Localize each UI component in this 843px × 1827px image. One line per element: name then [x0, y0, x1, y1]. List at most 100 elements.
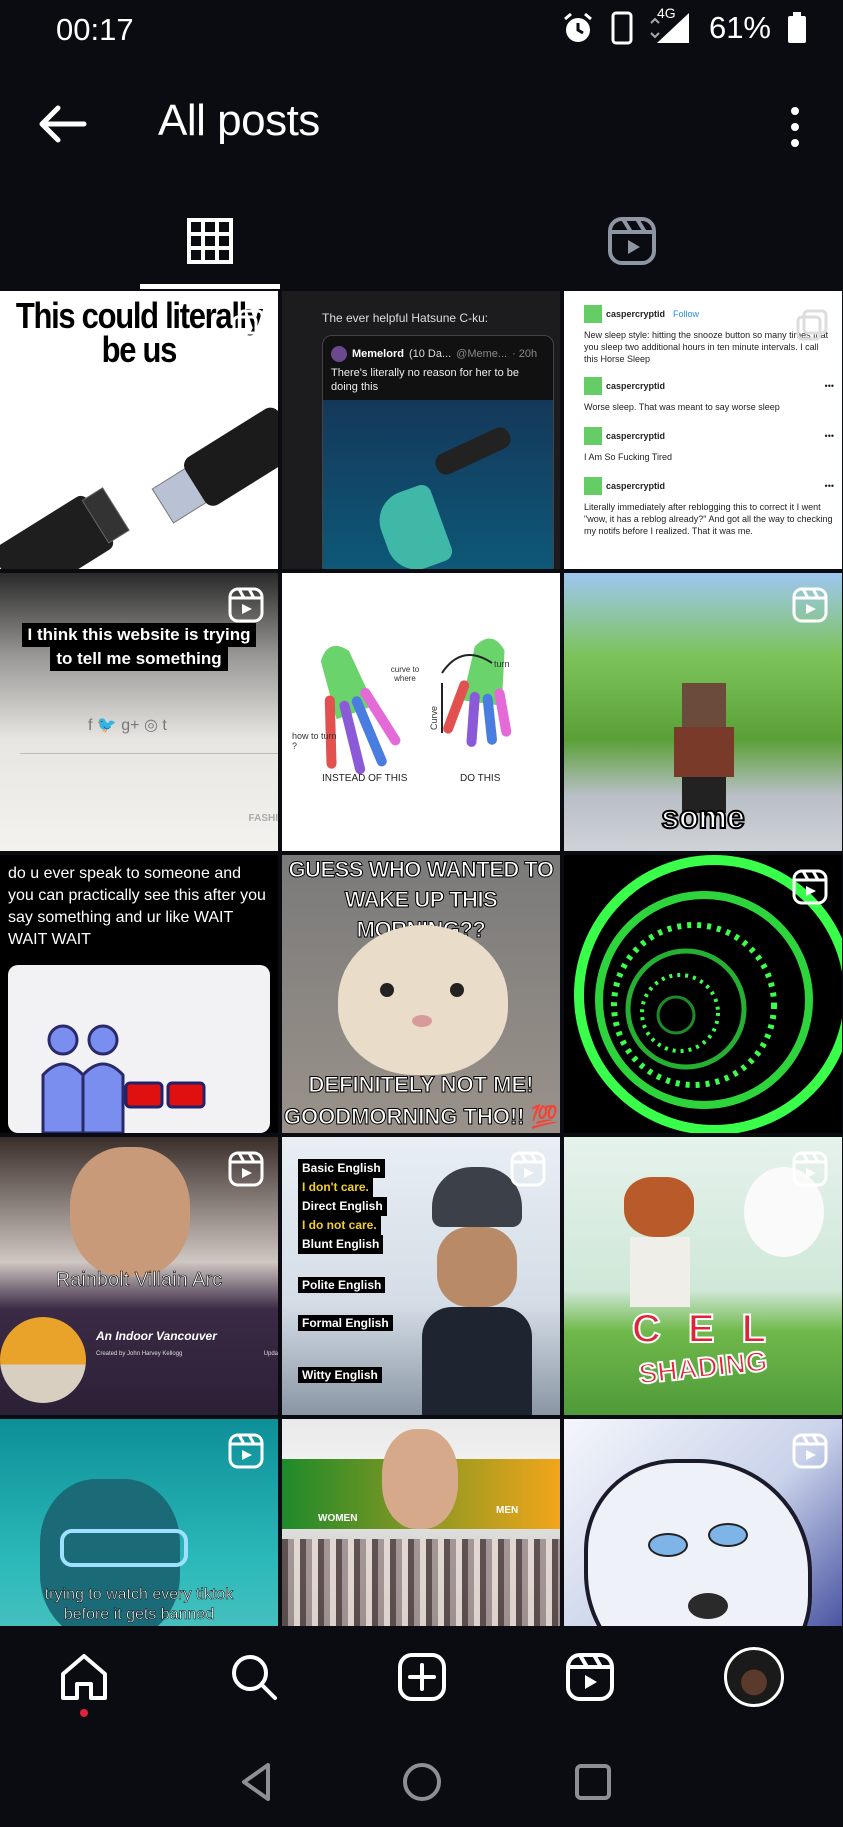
- watermark-text: FASHI: [248, 813, 278, 824]
- page-title: All posts: [158, 96, 320, 145]
- reels-icon: [792, 1433, 828, 1469]
- post-english-levels-reel[interactable]: Basic English I don't care. Direct Engli…: [282, 1137, 560, 1415]
- tweet-time: · 20h: [512, 348, 538, 360]
- nav-profile[interactable]: [724, 1647, 784, 1707]
- post-wait-wait-meme[interactable]: do u ever speak to someone and you can p…: [0, 855, 278, 1133]
- reels-icon: [566, 1653, 614, 1701]
- carousel-icon: [796, 309, 828, 341]
- game-update: Upda: [263, 1351, 278, 1357]
- reels-icon: [228, 587, 264, 623]
- reels-icon: [510, 1151, 546, 1187]
- caption-line-1: I think this website is trying: [21, 623, 257, 647]
- alarm-icon: [563, 12, 592, 42]
- search-icon: [232, 1655, 277, 1700]
- reel-caption: some: [660, 798, 746, 836]
- sign-men: MEN: [496, 1505, 519, 1516]
- system-back-icon[interactable]: [232, 1757, 282, 1807]
- post-intro-text: The ever helpful Hatsune C-ku:: [322, 311, 489, 325]
- hand-drawing-illustration: [320, 638, 512, 775]
- person: [422, 1167, 532, 1415]
- reels-icon: [792, 869, 828, 905]
- post-hatsune-tweet[interactable]: The ever helpful Hatsune C-ku: Memelord …: [282, 291, 560, 569]
- tweet-handle: @Meme...: [456, 348, 508, 360]
- post-cat-meme[interactable]: GUESS WHO WANTED TO WAKE UP THIS MORNING…: [282, 855, 560, 1133]
- post-minecraft-reel[interactable]: some: [564, 573, 842, 851]
- english-line-3: Direct English: [298, 1197, 387, 1216]
- meme-text: do u ever speak to someone and you can p…: [8, 865, 266, 948]
- english-line-4: I do not care.: [298, 1216, 381, 1235]
- label-do-this: DO THIS: [460, 773, 501, 784]
- tab-indicator: [140, 284, 280, 289]
- face-overlay: [382, 1429, 458, 1529]
- avatar: [331, 346, 347, 362]
- back-arrow-icon[interactable]: [32, 100, 92, 148]
- post-website-reel[interactable]: I think this website is trying to tell m…: [0, 573, 278, 851]
- post-rainbolt-reel[interactable]: Rainbolt Villain Arc An Indoor Vancouver…: [0, 1137, 278, 1415]
- system-recents-icon[interactable]: [568, 1757, 618, 1807]
- nav-reels[interactable]: [560, 1647, 620, 1707]
- sign-women: WOMEN: [318, 1513, 358, 1524]
- cat-face: [338, 925, 508, 1075]
- post-usb-meme[interactable]: This could literally be us: [0, 291, 278, 569]
- carousel-icon: [232, 309, 264, 341]
- tweet-image: [323, 400, 553, 569]
- status-time: 00:17: [56, 12, 134, 47]
- post-tiktok-reel[interactable]: trying to watch every tiktok before it g…: [0, 1419, 278, 1626]
- tumblr-text-2: Worse sleep. That was meant to say worse…: [584, 402, 780, 412]
- social-icons-text: f 🐦 g+ ◎ t: [88, 717, 167, 734]
- label-curve: Curve: [429, 705, 440, 731]
- fox-character: [624, 1177, 704, 1307]
- notification-dot: [80, 1709, 88, 1717]
- bottom-navigation: [0, 1627, 843, 1727]
- nav-create[interactable]: [392, 1647, 452, 1707]
- reels-icon: [792, 1151, 828, 1187]
- post-store-meme[interactable]: WOMEN MEN: [282, 1419, 560, 1626]
- system-home-icon[interactable]: [397, 1757, 447, 1807]
- divider: [20, 753, 278, 754]
- post-green-tunnel-reel[interactable]: [564, 855, 842, 1133]
- content-tabs: [0, 196, 843, 290]
- meme-image: [8, 965, 270, 1133]
- caption-line-2: to tell me something: [50, 647, 228, 671]
- caption-line-1: trying to watch every tiktok: [44, 1586, 234, 1604]
- usb-plug-illustration: [0, 407, 278, 569]
- embedded-tweet: Memelord (10 Da... @Meme... · 20h There'…: [322, 335, 554, 569]
- post-cel-shading-reel[interactable]: C E L SHADING: [564, 1137, 842, 1415]
- tumblr-username: caspercryptid: [606, 309, 666, 319]
- tab-grid[interactable]: [140, 196, 280, 286]
- reels-icon: [228, 1433, 264, 1469]
- app-bar: All posts: [0, 70, 843, 180]
- meme-bottom-line-2: GOODMORNING THO!! 💯: [283, 1104, 559, 1130]
- post-tumblr-thread[interactable]: caspercryptid Follow New sleep style: hi…: [564, 291, 842, 569]
- profile-avatar: [724, 1647, 784, 1707]
- home-icon: [61, 1654, 107, 1700]
- meme-bottom-line-1: DEFINITELY NOT ME!: [308, 1072, 534, 1098]
- reels-icon: [608, 217, 656, 265]
- status-bar: 00:17 4G 61%: [0, 0, 843, 62]
- minecraft-character: [674, 683, 734, 813]
- english-line-5: Blunt English: [298, 1235, 384, 1254]
- signal-icon: 4G: [649, 5, 693, 45]
- english-line-8: Witty English: [298, 1367, 382, 1383]
- battery-icon: [788, 12, 806, 43]
- tumblr-username-4: caspercryptid: [606, 481, 666, 491]
- system-navigation-bar: [0, 1727, 843, 1827]
- post-hand-drawing[interactable]: curve to where how to turn ? INSTEAD OF …: [282, 573, 560, 851]
- glasses: [60, 1529, 188, 1567]
- tumblr-text-3: I Am So Fucking Tired: [584, 452, 673, 462]
- phone-vibrate-icon: [611, 11, 633, 45]
- status-icons: 4G 61%: [561, 5, 807, 46]
- network-type: 4G: [656, 5, 676, 21]
- tab-reels[interactable]: [592, 196, 672, 286]
- more-options-icon[interactable]: [785, 106, 805, 148]
- reel-caption: Rainbolt Villain Arc: [55, 1269, 223, 1292]
- tumblr-follow: Follow: [673, 309, 700, 319]
- post-wolf-art-reel[interactable]: [564, 1419, 842, 1626]
- posts-grid: This could literally be us The ever help…: [0, 291, 843, 1626]
- game-title: An Indoor Vancouver: [96, 1329, 217, 1343]
- label-curve-to-where: curve to where: [390, 665, 420, 683]
- english-line-7: Formal English: [298, 1315, 393, 1331]
- nav-home[interactable]: [54, 1647, 114, 1717]
- avatar: [584, 305, 602, 323]
- nav-search[interactable]: [224, 1647, 284, 1707]
